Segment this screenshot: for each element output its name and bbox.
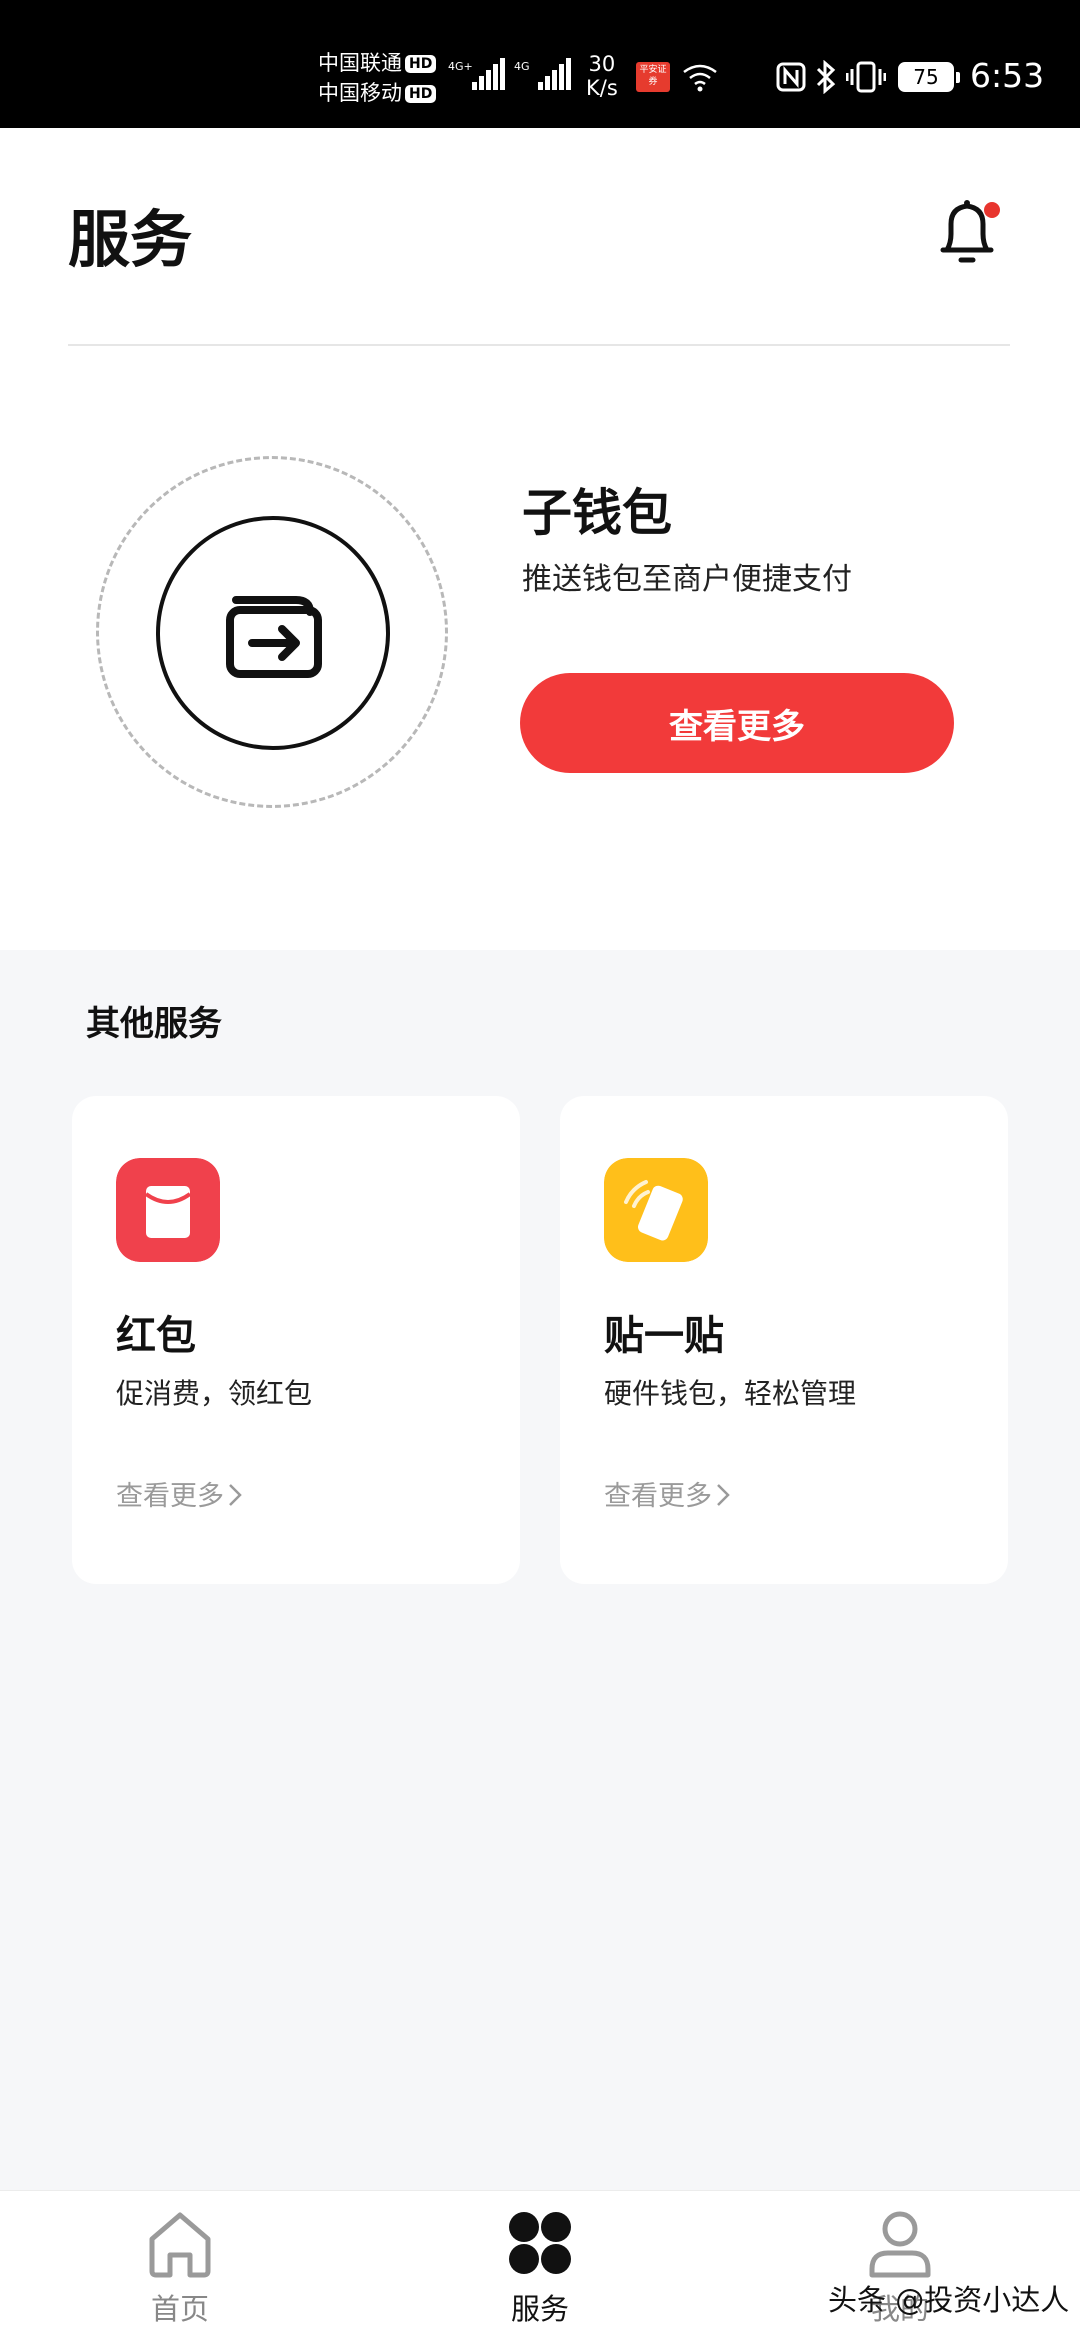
vibrate-icon <box>846 61 886 93</box>
bluetooth-icon <box>816 60 836 94</box>
speed-value: 30 <box>588 52 616 76</box>
watermark: 头条 @投资小达人 <box>828 2283 1070 2317</box>
red-envelope-card[interactable]: 红包 促消费，领红包 查看更多 <box>72 1096 520 1584</box>
tap-card[interactable]: 贴一贴 硬件钱包，轻松管理 查看更多 <box>560 1096 1008 1584</box>
app-notification-icon: 平安证券 <box>636 62 670 92</box>
hd-badge-2: HD <box>405 85 437 103</box>
signal-icon-1: 4G+ <box>448 58 505 90</box>
tap-card-icon <box>604 1158 708 1262</box>
nav-services-label: 服务 <box>510 2292 569 2326</box>
signal-icon-2: 4G <box>514 58 571 90</box>
network-type-2: 4G <box>514 60 530 73</box>
battery-icon: 75 <box>898 62 960 92</box>
network-speed: 30 K/s <box>586 52 618 100</box>
nfc-icon <box>776 62 806 92</box>
clock: 6:53 <box>970 56 1045 95</box>
view-more-label: 查看更多 <box>604 1481 712 1512</box>
profile-icon <box>869 2211 931 2278</box>
header-divider <box>68 344 1010 346</box>
other-services-title: 其他服务 <box>86 1004 222 1044</box>
nav-home-label: 首页 <box>150 2292 209 2326</box>
view-more-button[interactable]: 查看更多 <box>520 673 954 773</box>
speed-unit: K/s <box>586 76 618 100</box>
view-more-label: 查看更多 <box>116 1481 224 1512</box>
hd-badge-1: HD <box>405 55 437 73</box>
carrier-info: 中国联通 HD 中国移动 HD <box>318 48 437 108</box>
carrier-1: 中国联通 <box>318 51 402 75</box>
red-envelope-icon <box>116 1158 220 1262</box>
sub-wallet-subtitle: 推送钱包至商户便捷支付 <box>522 562 852 597</box>
carrier-2: 中国移动 <box>318 81 402 105</box>
notification-bell-icon[interactable] <box>936 196 1002 270</box>
nav-services[interactable]: 服务 <box>430 2191 650 2341</box>
home-icon <box>149 2212 211 2278</box>
services-icon <box>509 2212 571 2274</box>
tap-card-view-more-link[interactable]: 查看更多 <box>604 1476 730 1518</box>
tap-card-subtitle: 硬件钱包，轻松管理 <box>604 1377 857 1410</box>
network-type-1: 4G+ <box>448 60 473 73</box>
sub-wallet-icon <box>226 596 322 678</box>
red-envelope-view-more-link[interactable]: 查看更多 <box>116 1476 242 1518</box>
status-bar: 中国联通 HD 中国移动 HD 4G+ 4G 30 K/s 平安证券 75 6:53 <box>0 0 1080 128</box>
wifi-icon <box>683 64 717 92</box>
red-envelope-subtitle: 促消费，领红包 <box>116 1377 313 1410</box>
tap-card-title: 贴一贴 <box>604 1313 724 1359</box>
notification-dot <box>984 202 1000 218</box>
nav-home[interactable]: 首页 <box>70 2191 290 2341</box>
sub-wallet-title: 子钱包 <box>522 484 672 542</box>
chevron-right-icon <box>717 1484 730 1506</box>
page-title: 服务 <box>68 203 193 276</box>
red-envelope-title: 红包 <box>116 1313 196 1359</box>
chevron-right-icon <box>229 1484 242 1506</box>
